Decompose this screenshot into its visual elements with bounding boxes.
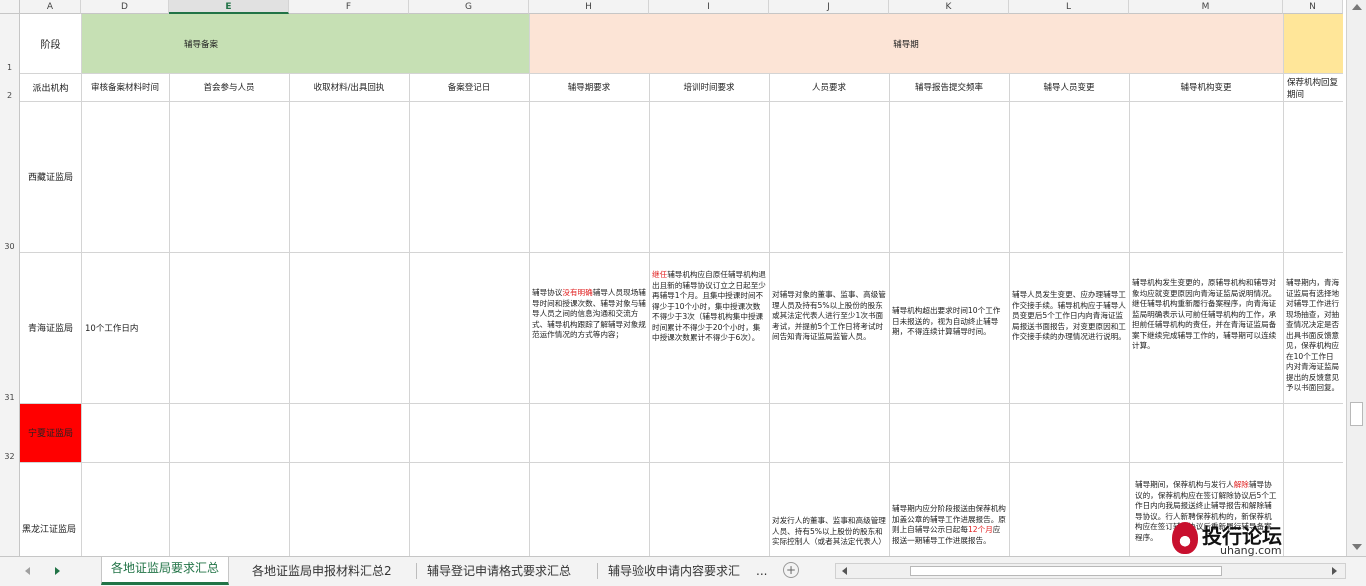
qinghai-training-req[interactable]: 继任辅导机构应自原任辅导机构退出且新的辅导协议订立之日起至少再辅导1个月。且集中…: [649, 252, 769, 403]
tab-scroll-left-icon[interactable]: [25, 567, 30, 575]
col-n-header[interactable]: 保荐机构回复期间: [1283, 73, 1343, 101]
qinghai-personnel-req[interactable]: 对辅导对象的董事、监事、高级管理人员及持有5%以上股份的股东或其法定代表人进行至…: [769, 252, 889, 403]
col-f-header[interactable]: 收取材料/出具回执: [289, 73, 409, 101]
row-header-2[interactable]: 2: [0, 73, 20, 101]
col-g-header[interactable]: 备案登记日: [409, 73, 529, 101]
qinghai-agency-change[interactable]: 辅导机构发生变更的，原辅导机构和辅导对象均应就变更原因向青海证监局说明情况。继任…: [1129, 252, 1283, 403]
agency-ningxia[interactable]: 宁夏证监局: [20, 403, 81, 462]
col-header-g[interactable]: G: [409, 0, 529, 14]
col-header-a[interactable]: A: [20, 0, 81, 14]
col-header-e[interactable]: E: [169, 0, 289, 14]
col-header-m[interactable]: M: [1129, 0, 1283, 14]
col-m-header[interactable]: 辅导机构变更: [1129, 73, 1283, 101]
row-header-30[interactable]: 30: [0, 101, 20, 252]
row-header-1[interactable]: 1: [0, 14, 20, 73]
grid-v-g: [409, 73, 410, 556]
grid-h-2: [20, 101, 1343, 102]
grid-v-e: [169, 73, 170, 556]
tab-separator: [416, 563, 417, 579]
scroll-down-icon[interactable]: [1352, 544, 1362, 550]
sheet-tab-acceptance-content[interactable]: 辅导验收申请内容要求汇: [599, 560, 749, 582]
vertical-scrollbar[interactable]: [1346, 0, 1366, 556]
col-header-n[interactable]: N: [1283, 0, 1343, 14]
horizontal-scroll-thumb[interactable]: [910, 566, 1222, 576]
horizontal-scrollbar[interactable]: [835, 563, 1346, 579]
tab-scroll-right-icon[interactable]: [55, 567, 60, 575]
grid-v-f: [289, 73, 290, 556]
qinghai-sponsor-reply[interactable]: 辅导期内，青海证监局有选择地对辅导工作进行现场抽查，对抽查情况决定是否出具书面反…: [1283, 252, 1343, 403]
heilongjiang-report-frequency[interactable]: 辅导期内应分阶段报送由保荐机构加盖公章的辅导工作进展报告。原则上自辅导公示日起每…: [889, 462, 1009, 556]
col-header-l[interactable]: L: [1009, 0, 1129, 14]
hscroll-left-icon[interactable]: [842, 567, 847, 575]
agency-label[interactable]: 派出机构: [20, 73, 81, 101]
period-group-header[interactable]: 辅导期: [529, 14, 1283, 73]
col-h-header[interactable]: 辅导期要求: [529, 73, 649, 101]
col-header-f[interactable]: F: [289, 0, 409, 14]
vertical-scroll-thumb[interactable]: [1350, 402, 1363, 426]
qinghai-staff-change[interactable]: 辅导人员发生变更、应办理辅导工作交接手续。辅导机构应于辅导人员变更后5个工作日内…: [1009, 252, 1129, 403]
col-header-k[interactable]: K: [889, 0, 1009, 14]
col-l-header[interactable]: 辅导人员变更: [1009, 73, 1129, 101]
add-sheet-button[interactable]: +: [783, 562, 799, 578]
scroll-up-icon[interactable]: [1352, 4, 1362, 10]
sheet-tab-requirements-summary[interactable]: 各地证监局要求汇总: [101, 557, 230, 585]
more-tabs-ellipsis[interactable]: ...: [752, 560, 771, 582]
row-header-33[interactable]: [0, 462, 20, 556]
agency-xizang[interactable]: 西藏证监局: [20, 101, 81, 252]
hscroll-right-icon[interactable]: [1332, 567, 1337, 575]
heilongjiang-personnel-req[interactable]: 对发行人的董事、监事和高级管理人员、持有5%以上股份的股东和实际控制人（或者其法…: [769, 462, 889, 556]
row-header-31[interactable]: 31: [0, 252, 20, 403]
col-header-i[interactable]: I: [649, 0, 769, 14]
col-d-header[interactable]: 审核备案材料时间: [81, 73, 169, 101]
agency-heilongjiang[interactable]: 黑龙江证监局: [20, 462, 81, 556]
qinghai-period-req[interactable]: 辅导协议没有明确辅导人员现场辅导时间和授课次数、辅导对象与辅导人员之间的信息沟通…: [529, 252, 649, 403]
col-k-header[interactable]: 辅导报告提交频率: [889, 73, 1009, 101]
qinghai-report-frequency[interactable]: 辅导机构超出要求时间10个工作日未报送的，视为自动终止辅导期，不得连续计算辅导时…: [889, 252, 1009, 403]
col-header-d[interactable]: D: [81, 0, 169, 14]
qinghai-review-time[interactable]: 10个工作日内: [81, 252, 169, 403]
stage-label[interactable]: 阶段: [20, 14, 81, 73]
corner-select-all[interactable]: [0, 0, 20, 14]
tab-separator: [597, 563, 598, 579]
forum-watermark: 投行论坛 uhang.com: [1168, 518, 1340, 558]
grid-h-31: [20, 403, 1343, 404]
n-group-fill: [1283, 14, 1343, 73]
sheet-tab-application-materials[interactable]: 各地证监局申报材料汇总2: [243, 560, 401, 582]
col-header-h[interactable]: H: [529, 0, 649, 14]
sheet-tab-registration-format[interactable]: 辅导登记申请格式要求汇总: [418, 560, 580, 582]
flame-logo-icon: [1172, 522, 1198, 554]
agency-qinghai[interactable]: 青海证监局: [20, 252, 81, 403]
row-header-32[interactable]: 32: [0, 403, 20, 462]
col-i-header[interactable]: 培训时间要求: [649, 73, 769, 101]
col-j-header[interactable]: 人员要求: [769, 73, 889, 101]
filing-group-header[interactable]: 辅导备案: [81, 14, 321, 73]
col-e-header[interactable]: 首会参与人员: [169, 73, 289, 101]
col-header-j[interactable]: J: [769, 0, 889, 14]
